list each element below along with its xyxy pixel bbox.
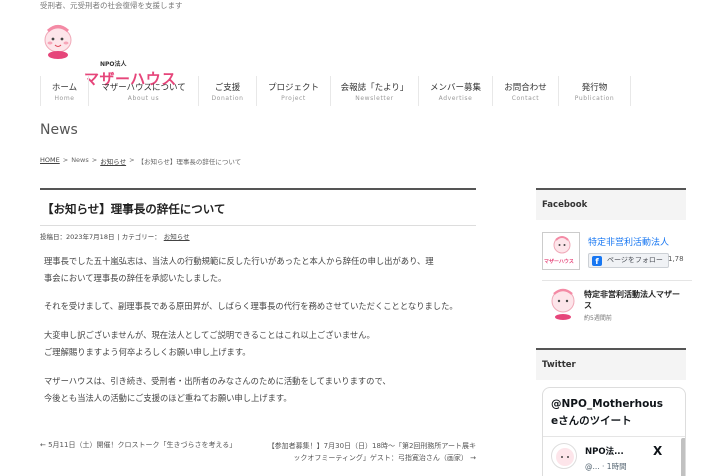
baby-mascot-icon [44,25,72,59]
post-date: 投稿日：2023年7月18日 [40,233,115,241]
nav-item-publication[interactable]: 発行物 Publication [559,76,631,106]
nav-label-jp: メンバー募集 [429,83,481,93]
follow-label: ページをフォロー [607,256,663,264]
facebook-widget: マザーハウス 特定非営利活動法人 f ページをフォロー 1,78 特定非営利活動… [536,228,692,338]
next-post-link[interactable]: 【参加者募集！】7月30日（日）18時〜「第2回刑務所アート展キ ックオフミーテ… [268,440,476,464]
sidebar: Facebook マザーハウス 特定非営利活動法人 f ページをフォロー 1,7… [536,188,692,476]
breadcrumb-current: 【お知らせ】理事長の辞任について [137,158,242,166]
next-post-line: 【参加者募集！】7月30日（日）18時〜「第2回刑務所アート展キ [267,442,476,450]
title-divider [40,225,476,226]
nav-item-home[interactable]: ホーム Home [41,76,89,106]
site-tagline: 受刑者、元受刑者の社会復帰を支援します [40,1,183,10]
paragraph-line: マザーハウスは、引き続き、受刑者・出所者のみなさんのために活動をしてまいりますの… [44,376,391,386]
global-nav: ホーム Home マザーハウスについて About us ご支援 Donatio… [40,76,632,106]
paragraph: マザーハウスは、引き続き、受刑者・出所者のみなさんのために活動をしてまいりますの… [44,373,476,407]
nav-item-newsletter[interactable]: 会報誌「たより」 Newsletter [331,76,419,106]
facebook-follow-button[interactable]: f ページをフォロー [588,253,669,268]
nav-label-jp: ホーム [51,83,78,93]
nav-item-advertise[interactable]: メンバー募集 Advertise [419,76,493,106]
twitter-timeline-title[interactable]: @NPO_Motherhous eさんのツイート [551,396,681,430]
baby-mascot-icon [553,236,571,254]
twitter-account-handle: @... · 1時間 [585,462,627,471]
paragraph-line: ご理解賜りますよう何卒よろしくお願い申し上げます。 [44,347,251,357]
paragraph: それを受けまして、副理事長である原田昇が、しばらく理事長の代行を務めさせていただ… [44,298,476,315]
nav-label-jp: ご支援 [214,83,241,93]
next-post-line: ックオフミーティング」ゲスト：弓指寛治さん（画家） → [293,454,476,462]
nav-label-jp: お問合わせ [504,83,547,93]
category-link[interactable]: お知らせ [164,231,190,241]
nav-label-jp: 発行物 [581,83,608,93]
baby-mascot-icon [551,288,575,320]
nav-label-en: Advertise [438,95,473,102]
breadcrumb-separator: > [129,156,135,164]
twitter-timeline-widget: @NPO_Motherhous eさんのツイート NPO法... @... · … [542,387,686,476]
page-title: News [40,122,78,138]
logo-npo-label: NPO法人 [100,61,127,68]
paragraph: 理事長でした五十嵐弘志は、当法人の行動規範に反した行いがあったと本人から辞任の申… [44,253,476,287]
category-label: | カテゴリー： [117,233,161,241]
twitter-divider [543,436,685,437]
twitter-section: Twitter [536,348,686,380]
nav-label-en: Home [54,95,75,102]
nav-label-jp: プロジェクト [267,83,319,93]
breadcrumb-home-link[interactable]: HOME [40,156,60,166]
facebook-page-avatar[interactable]: マザーハウス [542,232,580,270]
author-line: ス [584,301,592,310]
facebook-post[interactable]: 特定非営利活動法人マザー ス 約5週間前 [542,280,692,332]
breadcrumb-separator: > [91,156,98,164]
title-line: eさんのツイート [551,415,632,427]
paragraph-line: 理事長でした五十嵐弘志は、当法人の行動規範に反した行いがあったと本人から辞任の申… [44,256,434,266]
breadcrumb-separator: > [62,156,69,164]
paragraph-line: 今後とも当法人の活動にご支援のほど重ねてお願い申し上げます。 [44,393,292,403]
twitter-avatar[interactable] [551,443,577,469]
facebook-avatar-text: マザーハウス [544,259,574,265]
facebook-post-time: 約5週間前 [584,315,612,322]
nav-label-en: Project [281,95,306,102]
title-line: @NPO_Motherhous [551,398,664,410]
twitter-heading: Twitter [536,348,686,380]
article-title: 【お知らせ】理事長の辞任について [42,202,226,216]
author-line: 特定非営利活動法人マザー [584,290,680,299]
paragraph-line: 大変申し訳ございませんが、現在法人としてご説明できることはこれ以上ございません。 [44,330,375,340]
site-logo[interactable]: NPO法人 マザーハウス [40,22,190,88]
breadcrumb-news: News [71,156,89,164]
follower-count: 1,78 [668,255,684,263]
nav-label-jp: マザーハウスについて [101,83,186,93]
nav-label-jp: 会報誌「たより」 [340,83,409,93]
baby-mascot-icon [556,448,574,466]
paragraph-line: 事会において理事長の辞任を承認いたしました。 [44,273,227,283]
timeline-scrollbar[interactable] [681,438,685,476]
article-top-rule [40,188,476,190]
nav-label-en: About us [127,95,160,102]
prev-post-link[interactable]: ← 5月11日（土）開催！クロストーク「生きづらさを考える」 [40,440,236,450]
twitter-account-name[interactable]: NPO法... [585,445,624,457]
nav-label-en: Newsletter [355,95,394,102]
nav-label-en: Publication [574,95,615,102]
facebook-page-name-link[interactable]: 特定非営利活動法人 [588,235,669,248]
breadcrumb-category-link[interactable]: お知らせ [100,156,126,166]
facebook-icon: f [592,256,602,266]
paragraph-line: それを受けまして、副理事長である原田昇が、しばらく理事長の代行を務めさせていただ… [44,301,458,311]
breadcrumb: HOME > News > お知らせ > 【お知らせ】理事長の辞任について [40,156,241,166]
article-body: 理事長でした五十嵐弘志は、当法人の行動規範に反した行いがあったと本人から辞任の申… [40,253,476,407]
facebook-post-author[interactable]: 特定非営利活動法人マザー ス [584,289,680,311]
nav-label-en: Contact [511,95,540,102]
article-meta: 投稿日：2023年7月18日 | カテゴリー： お知らせ [40,231,476,241]
facebook-heading: Facebook [536,188,686,220]
article: 【お知らせ】理事長の辞任について 投稿日：2023年7月18日 | カテゴリー：… [40,188,476,419]
paragraph: 大変申し訳ございませんが、現在法人としてご説明できることはこれ以上ございません。… [44,327,476,361]
nav-item-about[interactable]: マザーハウスについて About us [89,76,199,106]
facebook-page-header: マザーハウス 特定非営利活動法人 f ページをフォロー 1,78 [542,232,692,272]
nav-label-en: Donation [211,95,244,102]
nav-item-contact[interactable]: お問合わせ Contact [493,76,559,106]
x-logo-icon[interactable]: X [653,444,662,458]
nav-item-donation[interactable]: ご支援 Donation [199,76,257,106]
nav-item-project[interactable]: プロジェクト Project [257,76,331,106]
